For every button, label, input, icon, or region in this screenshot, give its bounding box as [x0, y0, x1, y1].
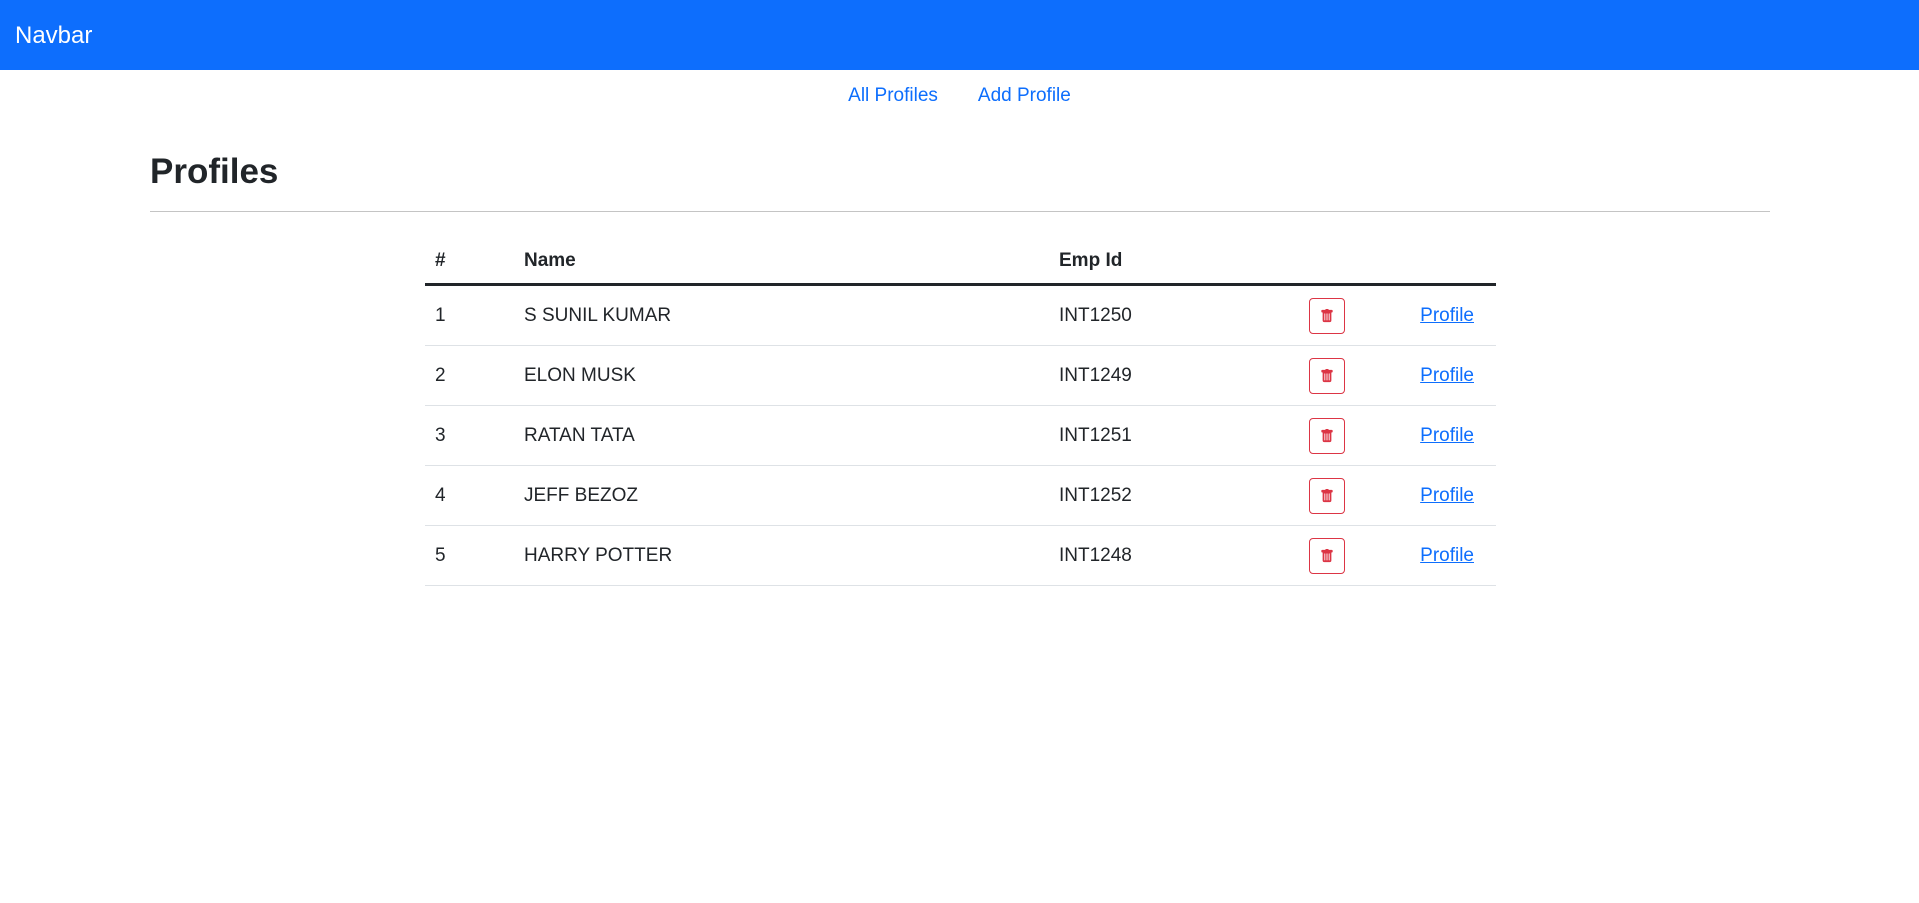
- column-header-emp-id: Emp Id: [1049, 238, 1308, 286]
- profile-link[interactable]: Profile: [1420, 485, 1474, 506]
- profiles-table: # Name Emp Id 1 S SUNIL KUMAR INT1250 Pr…: [425, 238, 1496, 586]
- delete-button[interactable]: [1309, 477, 1345, 514]
- row-emp-id: INT1249: [1049, 345, 1308, 406]
- profile-link[interactable]: Profile: [1420, 365, 1474, 386]
- profile-link[interactable]: Profile: [1420, 545, 1474, 566]
- delete-button[interactable]: [1309, 357, 1345, 394]
- row-name: JEFF BEZOZ: [514, 465, 1049, 526]
- row-name: RATAN TATA: [514, 405, 1049, 466]
- profile-link[interactable]: Profile: [1420, 305, 1474, 326]
- table-row: 4 JEFF BEZOZ INT1252 Profile: [425, 465, 1496, 526]
- table-row: 3 RATAN TATA INT1251 Profile: [425, 405, 1496, 466]
- table-header-row: # Name Emp Id: [425, 238, 1496, 286]
- column-header-delete: [1308, 238, 1388, 286]
- navbar: Navbar: [0, 0, 1919, 70]
- nav-link-add-profile[interactable]: Add Profile: [978, 84, 1071, 110]
- table-row: 5 HARRY POTTER INT1248 Profile: [425, 525, 1496, 586]
- row-number: 2: [425, 345, 514, 406]
- table-row: 1 S SUNIL KUMAR INT1250 Profile: [425, 284, 1496, 346]
- row-emp-id: INT1248: [1049, 525, 1308, 586]
- row-name: S SUNIL KUMAR: [514, 284, 1049, 346]
- row-number: 3: [425, 405, 514, 466]
- delete-button[interactable]: [1309, 537, 1345, 574]
- row-number: 4: [425, 465, 514, 526]
- row-emp-id: INT1250: [1049, 284, 1308, 346]
- row-emp-id: INT1252: [1049, 465, 1308, 526]
- column-header-link: [1388, 238, 1496, 286]
- row-number: 1: [425, 284, 514, 346]
- subnav: All Profiles Add Profile: [0, 84, 1919, 110]
- delete-button[interactable]: [1309, 417, 1345, 454]
- delete-button[interactable]: [1309, 297, 1345, 334]
- column-header-name: Name: [514, 238, 1049, 286]
- page-title: Profiles: [150, 152, 279, 191]
- trash-icon: [1321, 548, 1333, 562]
- trash-icon: [1321, 428, 1333, 442]
- row-number: 5: [425, 525, 514, 586]
- profile-link[interactable]: Profile: [1420, 425, 1474, 446]
- navbar-brand[interactable]: Navbar: [15, 22, 92, 50]
- row-emp-id: INT1251: [1049, 405, 1308, 466]
- table-row: 2 ELON MUSK INT1249 Profile: [425, 345, 1496, 406]
- row-name: HARRY POTTER: [514, 525, 1049, 586]
- row-name: ELON MUSK: [514, 345, 1049, 406]
- nav-link-all-profiles[interactable]: All Profiles: [848, 84, 938, 110]
- trash-icon: [1321, 308, 1333, 322]
- divider: [150, 211, 1770, 212]
- trash-icon: [1321, 488, 1333, 502]
- column-header-number: #: [425, 238, 514, 286]
- trash-icon: [1321, 368, 1333, 382]
